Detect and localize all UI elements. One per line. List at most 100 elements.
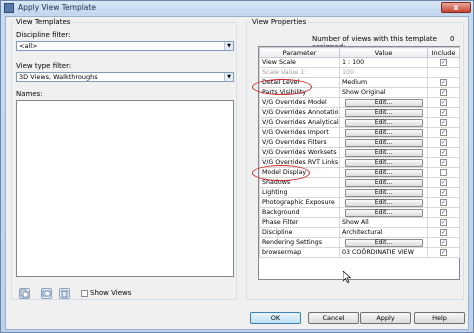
edit-button[interactable]: Edit... bbox=[344, 98, 423, 107]
apply-button[interactable]: Apply bbox=[360, 312, 411, 324]
include-checkbox[interactable]: ✓ bbox=[440, 198, 447, 206]
close-button[interactable]: x bbox=[441, 2, 471, 13]
include-cell: ✓ bbox=[427, 217, 460, 228]
table-row[interactable]: browsermap 03 COÖRDINATIE VIEW ✓ bbox=[259, 247, 460, 258]
include-checkbox[interactable]: ✓ bbox=[440, 158, 447, 166]
rename-icon[interactable] bbox=[41, 288, 52, 299]
table-row[interactable]: Photographic Exposure Edit... ✓ bbox=[259, 197, 460, 208]
table-row[interactable]: Parts Visibility Show Original ✓ bbox=[259, 87, 460, 98]
include-checkbox[interactable]: ✓ bbox=[440, 98, 447, 106]
apply-view-template-dialog: Apply View Template x View Templates Dis… bbox=[0, 0, 474, 333]
edit-button[interactable]: Edit... bbox=[344, 198, 423, 207]
include-checkbox[interactable]: ✓ bbox=[440, 78, 447, 86]
value-cell: Edit... bbox=[339, 167, 428, 178]
table-row[interactable]: V/G Overrides Import Edit... ✓ bbox=[259, 127, 460, 138]
table-row[interactable]: Rendering Settings Edit... ✓ bbox=[259, 237, 460, 248]
table-row[interactable]: Shadows Edit... ✓ bbox=[259, 177, 460, 188]
duplicate-icon[interactable] bbox=[19, 288, 30, 299]
table-row[interactable]: V/G Overrides Analytical Edit... ✓ bbox=[259, 117, 460, 128]
include-checkbox[interactable]: ✓ bbox=[440, 58, 447, 66]
edit-button[interactable]: Edit... bbox=[344, 188, 423, 197]
delete-icon[interactable] bbox=[59, 288, 70, 299]
table-row[interactable]: Lighting Edit... ✓ bbox=[259, 187, 460, 198]
value-cell: Edit... bbox=[339, 117, 428, 128]
table-row[interactable]: V/G Overrides Model Edit... ✓ bbox=[259, 97, 460, 108]
value-cell: Edit... bbox=[339, 137, 428, 148]
table-row[interactable]: Discipline Architectural ✓ bbox=[259, 227, 460, 238]
value-cell: Edit... bbox=[339, 147, 428, 158]
include-cell: ✓ bbox=[427, 127, 460, 138]
value-column-header[interactable]: Value bbox=[339, 47, 428, 58]
include-checkbox[interactable]: ✓ bbox=[440, 188, 447, 196]
parameter-cell: View Scale bbox=[259, 57, 340, 68]
table-row[interactable]: Background Edit... ✓ bbox=[259, 207, 460, 218]
title-bar[interactable]: Apply View Template x bbox=[1, 1, 473, 15]
parameter-cell: Parts Visibility bbox=[259, 87, 340, 98]
table-row[interactable]: View Scale 1 : 100 ✓ bbox=[259, 57, 460, 68]
include-cell: ✓ bbox=[427, 147, 460, 158]
mouse-cursor-icon bbox=[343, 271, 351, 283]
table-row[interactable]: Scale Value 1: 100 bbox=[259, 67, 460, 78]
cancel-button[interactable]: Cancel bbox=[308, 312, 359, 324]
include-checkbox[interactable]: ✓ bbox=[440, 118, 447, 126]
help-button[interactable]: Help bbox=[414, 312, 465, 324]
include-checkbox[interactable]: ✓ bbox=[440, 218, 447, 226]
include-cell: ✓ bbox=[427, 57, 460, 68]
parameter-column-header[interactable]: Parameter bbox=[259, 47, 340, 58]
value-cell[interactable]: Show All bbox=[339, 217, 428, 228]
edit-button[interactable]: Edit... bbox=[344, 108, 423, 117]
table-row[interactable]: V/G Overrides Filters Edit... ✓ bbox=[259, 137, 460, 148]
edit-button[interactable]: Edit... bbox=[344, 128, 423, 137]
include-checkbox[interactable]: ✓ bbox=[440, 148, 447, 156]
table-row[interactable]: Model Display Edit... bbox=[259, 167, 460, 178]
chevron-down-icon[interactable]: ▼ bbox=[224, 73, 233, 81]
edit-button[interactable]: Edit... bbox=[344, 148, 423, 157]
value-cell[interactable]: Show Original bbox=[339, 87, 428, 98]
discipline-filter-select[interactable]: <all> ▼ bbox=[16, 41, 234, 51]
value-cell[interactable]: Architectural bbox=[339, 227, 428, 238]
value-cell[interactable]: 100 bbox=[339, 67, 428, 78]
include-checkbox[interactable]: ✓ bbox=[440, 138, 447, 146]
include-checkbox[interactable] bbox=[440, 168, 447, 176]
include-checkbox[interactable]: ✓ bbox=[440, 238, 447, 246]
names-list[interactable] bbox=[16, 100, 234, 277]
include-checkbox[interactable]: ✓ bbox=[440, 248, 447, 256]
table-row[interactable]: V/G Overrides Worksets Edit... ✓ bbox=[259, 147, 460, 158]
edit-button[interactable]: Edit... bbox=[344, 208, 423, 217]
ok-button[interactable]: OK bbox=[250, 312, 301, 324]
table-row[interactable]: V/G Overrides Annotation Edit... ✓ bbox=[259, 107, 460, 118]
show-views-checkbox[interactable] bbox=[81, 290, 88, 297]
include-cell bbox=[427, 167, 460, 178]
parameter-cell: Discipline bbox=[259, 227, 340, 238]
parameter-cell: Shadows bbox=[259, 177, 340, 188]
properties-table-container: Parameter Value Include View Scale 1 : 10… bbox=[258, 46, 460, 280]
edit-button[interactable]: Edit... bbox=[344, 138, 423, 147]
value-cell[interactable]: 03 COÖRDINATIE VIEW bbox=[339, 247, 428, 258]
include-checkbox[interactable]: ✓ bbox=[440, 208, 447, 216]
table-row[interactable]: V/G Overrides RVT Links Edit... ✓ bbox=[259, 157, 460, 168]
include-checkbox[interactable]: ✓ bbox=[440, 178, 447, 186]
table-row[interactable]: Phase Filter Show All ✓ bbox=[259, 217, 460, 228]
parameter-cell: V/G Overrides Import bbox=[259, 127, 340, 138]
include-checkbox[interactable]: ✓ bbox=[440, 228, 447, 236]
edit-button[interactable]: Edit... bbox=[344, 118, 423, 127]
parameter-cell: Lighting bbox=[259, 187, 340, 198]
view-type-filter-select[interactable]: 3D Views, Walkthroughs ▼ bbox=[16, 72, 234, 82]
edit-button[interactable]: Edit... bbox=[344, 178, 423, 187]
include-cell: ✓ bbox=[427, 227, 460, 238]
edit-button[interactable]: Edit... bbox=[344, 168, 423, 177]
include-cell: ✓ bbox=[427, 177, 460, 188]
value-cell[interactable]: Medium bbox=[339, 77, 428, 88]
parameter-cell: V/G Overrides Analytical bbox=[259, 117, 340, 128]
edit-button[interactable]: Edit... bbox=[344, 238, 423, 247]
include-checkbox[interactable]: ✓ bbox=[440, 128, 447, 136]
include-checkbox[interactable]: ✓ bbox=[440, 108, 447, 116]
table-row[interactable]: Detail Level Medium ✓ bbox=[259, 77, 460, 88]
include-checkbox[interactable]: ✓ bbox=[440, 88, 447, 96]
value-cell[interactable]: 1 : 100 bbox=[339, 57, 428, 68]
chevron-down-icon[interactable]: ▼ bbox=[224, 42, 233, 50]
include-column-header[interactable]: Include bbox=[427, 47, 460, 58]
parameter-cell: V/G Overrides Filters bbox=[259, 137, 340, 148]
edit-button[interactable]: Edit... bbox=[344, 158, 423, 167]
include-cell: ✓ bbox=[427, 207, 460, 218]
